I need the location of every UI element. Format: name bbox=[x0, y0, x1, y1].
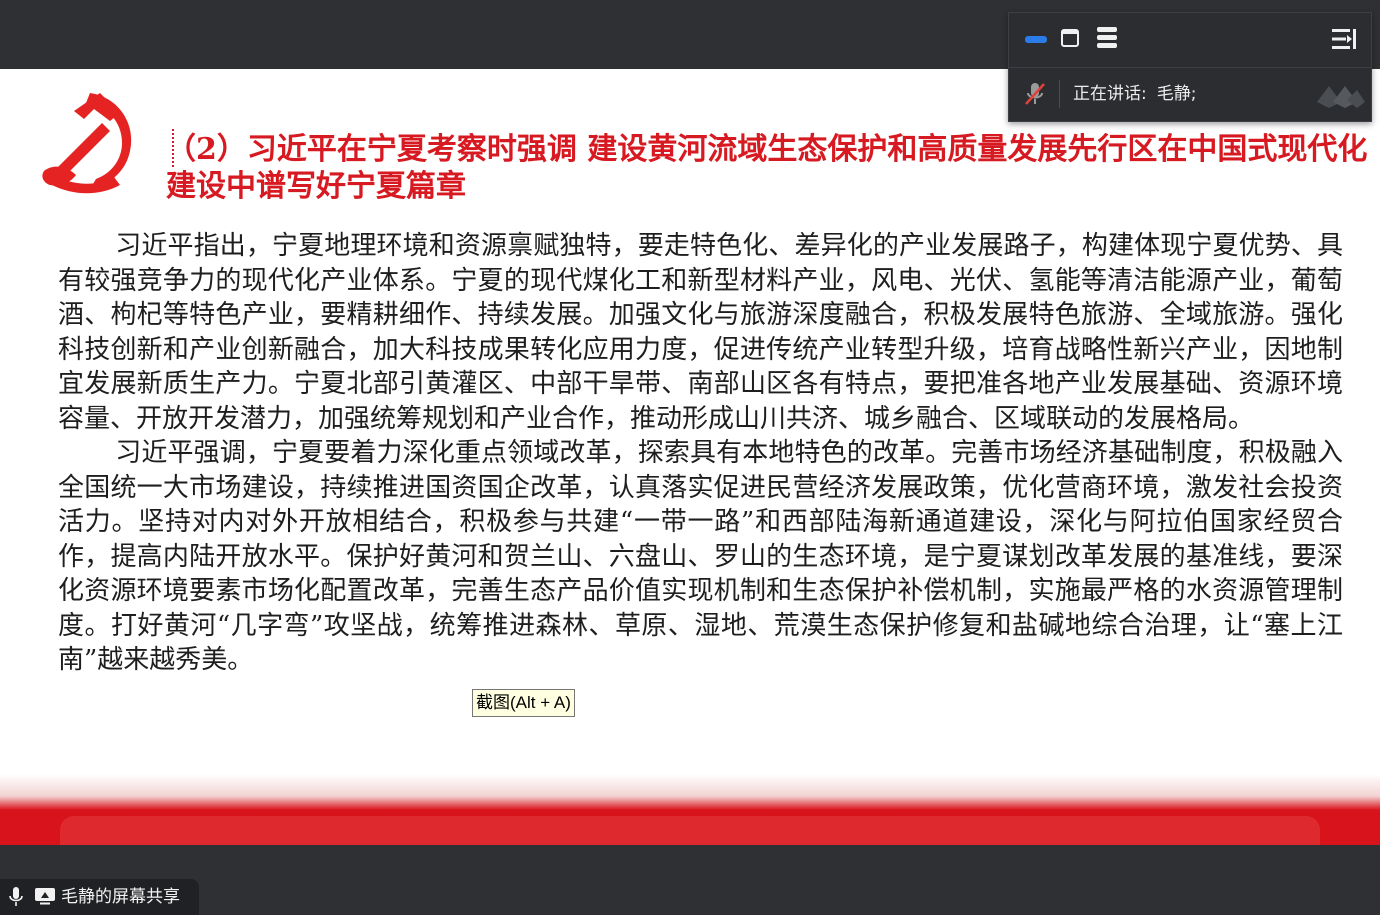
list-icon[interactable] bbox=[1097, 27, 1117, 51]
shared-slide: （2）习近平在宁夏考察时强调 建设黄河流域生态保护和高质量发展先行区在中国式现代… bbox=[0, 69, 1380, 845]
slide-bottom-banner-inner bbox=[60, 816, 1320, 845]
speaking-label: 正在讲话: bbox=[1073, 84, 1147, 104]
microphone-icon[interactable] bbox=[9, 887, 23, 907]
slide-title: （2）习近平在宁夏考察时强调 建设黄河流域生态保护和高质量发展先行区在中国式现代… bbox=[166, 132, 1368, 204]
screen-share-indicator[interactable]: 毛静的屏幕共享 bbox=[0, 879, 199, 915]
app-logo-icon bbox=[1317, 86, 1365, 108]
minimize-icon[interactable] bbox=[1025, 36, 1047, 43]
slide-bottom-banner bbox=[0, 774, 1380, 845]
panel-toolbar bbox=[1009, 13, 1371, 68]
meeting-floating-panel: 正在讲话: 毛静; bbox=[1008, 12, 1372, 122]
paragraph-1: 习近平指出，宁夏地理环境和资源禀赋独特，要走特色化、差异化的产业发展路子，构建体… bbox=[58, 231, 1343, 434]
collapse-icon[interactable] bbox=[1331, 27, 1357, 51]
party-emblem-icon bbox=[42, 93, 132, 194]
mic-off-icon[interactable] bbox=[1023, 81, 1047, 107]
screenshot-tooltip: 截图(Alt + A) bbox=[472, 689, 575, 717]
panel-divider bbox=[1059, 80, 1060, 108]
panel-speaker-row: 正在讲话: 毛静; bbox=[1009, 68, 1371, 121]
screen-share-label: 毛静的屏幕共享 bbox=[61, 887, 180, 907]
screen-share-icon bbox=[35, 888, 55, 905]
slide-body: 习近平指出，宁夏地理环境和资源禀赋独特，要走特色化、差异化的产业发展路子，构建体… bbox=[58, 229, 1343, 678]
speaker-name: 毛静; bbox=[1156, 84, 1197, 104]
speaking-status: 正在讲话: 毛静; bbox=[1073, 80, 1196, 108]
window-icon[interactable] bbox=[1061, 29, 1079, 47]
paragraph-2: 习近平强调，宁夏要着力深化重点领域改革，探索具有本地特色的改革。完善市场经济基础… bbox=[58, 438, 1343, 675]
